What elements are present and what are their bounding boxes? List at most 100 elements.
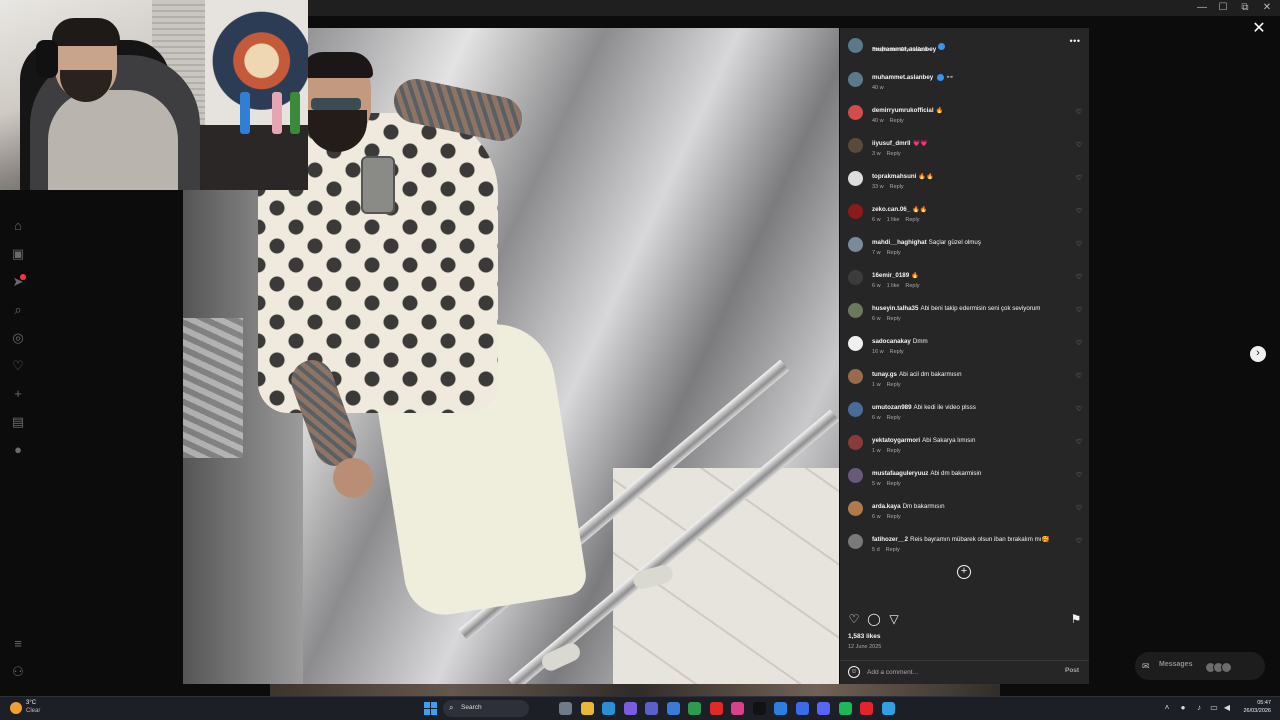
caption-username[interactable]: muhammet.aslanbey [872, 74, 933, 81]
commenter-avatar[interactable] [848, 303, 863, 318]
volume-icon[interactable]: ◀ [1222, 703, 1232, 712]
comment-username[interactable]: fatihozer__2 [872, 536, 908, 543]
dashboard-icon[interactable]: ▤ [10, 414, 26, 430]
likes-count[interactable]: 1,583 likes [848, 633, 881, 640]
compass-icon[interactable]: ◎ [10, 330, 26, 346]
reply-button[interactable]: Reply [887, 514, 901, 520]
comment-icon[interactable]: ◯ [867, 612, 881, 626]
weather-icon[interactable] [10, 702, 22, 714]
commenter-avatar[interactable] [848, 138, 863, 153]
create-icon[interactable]: + [10, 386, 26, 402]
commenter-avatar[interactable] [848, 336, 863, 351]
reply-button[interactable]: Reply [905, 217, 919, 223]
reply-button[interactable]: Reply [887, 316, 901, 322]
copilot-icon[interactable] [623, 702, 637, 715]
commenter-avatar[interactable] [848, 534, 863, 549]
heart-icon[interactable]: ♡ [10, 358, 26, 374]
commenter-avatar[interactable] [848, 270, 863, 285]
chevron-up-icon[interactable]: ˄ [1162, 703, 1172, 712]
author-avatar[interactable] [848, 38, 863, 53]
like-comment-icon[interactable]: ♡ [1075, 340, 1083, 348]
like-comment-icon[interactable]: ♡ [1075, 472, 1083, 480]
network-icon[interactable]: ▭ [1209, 703, 1219, 712]
opera-icon[interactable] [860, 702, 873, 715]
more-options-icon[interactable]: ••• [1068, 37, 1082, 47]
commenter-avatar[interactable] [848, 237, 863, 252]
reply-button[interactable]: Reply [887, 415, 901, 421]
reply-button[interactable]: Reply [890, 184, 904, 190]
comment-username[interactable]: mahdi__haghighat [872, 239, 927, 246]
discord-icon[interactable] [817, 702, 830, 715]
notepad-icon[interactable] [881, 702, 895, 715]
like-comment-icon[interactable]: ♡ [1075, 142, 1083, 150]
commenter-avatar[interactable] [848, 105, 863, 120]
reels-icon[interactable]: ▣ [10, 246, 26, 262]
comment-username[interactable]: demirryumrukofficial [872, 107, 934, 114]
teams-icon[interactable] [645, 702, 658, 715]
share-icon[interactable]: ▽ [887, 612, 901, 626]
chrome-icon[interactable] [688, 702, 701, 715]
profile-icon[interactable]: ● [10, 442, 26, 458]
clock-date[interactable]: 26/03/2026 [1239, 708, 1271, 714]
reply-button[interactable]: Reply [905, 283, 919, 289]
like-comment-icon[interactable]: ♡ [1075, 505, 1083, 513]
like-icon[interactable]: ♡ [847, 612, 861, 626]
snap-button[interactable]: ⧉ [1234, 1, 1256, 15]
commenter-avatar[interactable] [848, 171, 863, 186]
comment-username[interactable]: toprakmahsuni [872, 173, 916, 180]
weather-temperature[interactable]: 3°C [26, 700, 36, 706]
edge-icon[interactable] [602, 702, 615, 715]
like-comment-icon[interactable]: ♡ [1075, 406, 1083, 414]
reply-button[interactable]: Reply [887, 448, 901, 454]
load-more-comments-icon[interactable]: + [957, 565, 971, 579]
reply-button[interactable]: Reply [886, 547, 900, 553]
comment-username[interactable]: 16emir_0189 [872, 272, 909, 279]
comment-username[interactable]: umutozan989 [872, 404, 912, 411]
comment-username[interactable]: tunay.gs [872, 371, 897, 378]
comment-username[interactable]: huseyin.talha35 [872, 305, 918, 312]
commenter-avatar[interactable] [848, 501, 863, 516]
commenter-avatar[interactable] [848, 204, 863, 219]
close-post-icon[interactable]: ✕ [1252, 21, 1266, 37]
spotify-icon[interactable] [838, 702, 852, 715]
todo-icon[interactable] [774, 702, 787, 715]
task-view-icon[interactable] [559, 702, 572, 715]
comment-likes[interactable]: 1 like [887, 217, 900, 223]
comment-username[interactable]: yektatoygarmori [872, 437, 920, 444]
messenger-icon[interactable] [795, 702, 809, 715]
taskbar-search[interactable]: ⌕ Search [443, 700, 529, 717]
commenter-avatar[interactable] [848, 402, 863, 417]
emoji-icon[interactable]: ☺ [848, 666, 860, 678]
home-icon[interactable]: ⌂ [10, 218, 26, 234]
search-icon[interactable]: ⌕ [10, 302, 26, 318]
comment-username[interactable]: zeko.can.06_ [872, 206, 910, 213]
reply-button[interactable]: Reply [887, 250, 901, 256]
file-explorer-icon[interactable] [580, 702, 594, 715]
comment-username[interactable]: arda.kaya [872, 503, 901, 510]
store-icon[interactable] [666, 702, 680, 715]
reply-button[interactable]: Reply [890, 118, 904, 124]
reply-button[interactable]: Reply [887, 382, 901, 388]
like-comment-icon[interactable]: ♡ [1075, 175, 1083, 183]
like-comment-icon[interactable]: ♡ [1075, 373, 1083, 381]
messages-button[interactable]: ✉ Messages [1135, 652, 1265, 680]
caption-avatar[interactable] [848, 72, 863, 87]
like-comment-icon[interactable]: ♡ [1075, 538, 1083, 546]
window-close-button[interactable]: ✕ [1256, 1, 1278, 15]
restore-button[interactable]: ☐ [1212, 1, 1234, 15]
clock-time[interactable]: 05:47 [1247, 700, 1271, 706]
reply-button[interactable]: Reply [887, 151, 901, 157]
comment-input[interactable] [867, 666, 1057, 678]
minimize-button[interactable]: — [1191, 1, 1213, 15]
youtube-icon[interactable] [709, 702, 723, 715]
commenter-avatar[interactable] [848, 369, 863, 384]
comment-username[interactable]: sadocanakay [872, 338, 911, 345]
comment-username[interactable]: iiyusuf_dmrll [872, 140, 911, 147]
threads-icon[interactable]: ⚇ [10, 664, 26, 680]
like-comment-icon[interactable]: ♡ [1075, 307, 1083, 315]
like-comment-icon[interactable]: ♡ [1075, 241, 1083, 249]
next-post-button[interactable]: › [1250, 346, 1266, 362]
like-comment-icon[interactable]: ♡ [1075, 208, 1083, 216]
reply-button[interactable]: Reply [887, 481, 901, 487]
post-comment-button[interactable]: Post [1065, 667, 1079, 674]
